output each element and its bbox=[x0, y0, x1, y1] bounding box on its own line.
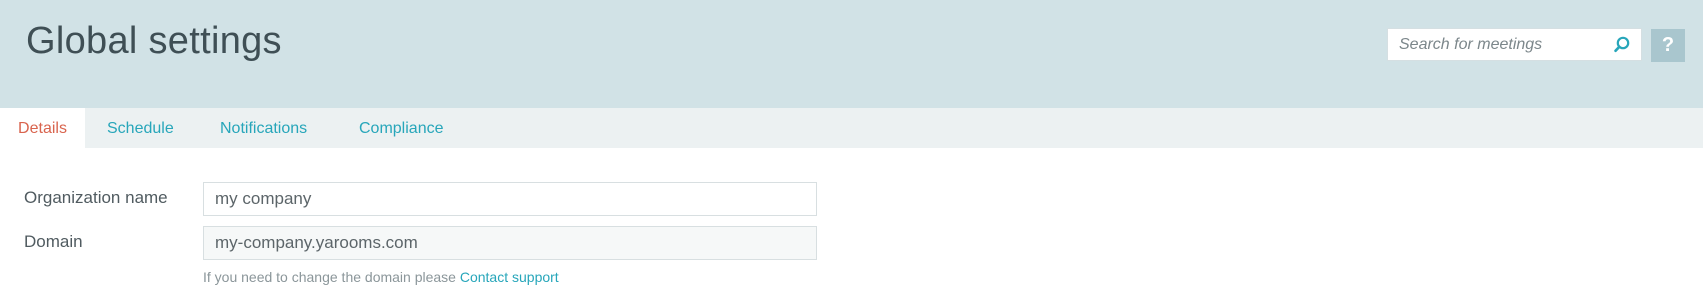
page-header: Global settings ? bbox=[0, 0, 1703, 108]
search-input[interactable] bbox=[1388, 29, 1641, 60]
tab-bar: Details Schedule Notifications Complianc… bbox=[0, 108, 1703, 148]
tab-details[interactable]: Details bbox=[0, 108, 85, 148]
tab-schedule[interactable]: Schedule bbox=[107, 108, 174, 148]
domain-input[interactable] bbox=[203, 226, 817, 260]
help-icon: ? bbox=[1661, 34, 1675, 56]
search-icon[interactable] bbox=[1612, 35, 1632, 55]
domain-hint-text: If you need to change the domain please bbox=[203, 269, 456, 285]
contact-support-link[interactable]: Contact support bbox=[460, 269, 559, 285]
domain-hint: If you need to change the domain please … bbox=[203, 269, 559, 285]
help-button[interactable]: ? bbox=[1651, 29, 1685, 62]
tab-compliance[interactable]: Compliance bbox=[359, 108, 443, 148]
organization-name-input[interactable] bbox=[203, 182, 817, 216]
organization-name-label: Organization name bbox=[24, 188, 168, 207]
search-box[interactable] bbox=[1387, 28, 1642, 61]
domain-label: Domain bbox=[24, 232, 83, 251]
tab-notifications[interactable]: Notifications bbox=[220, 108, 307, 148]
page-title: Global settings bbox=[26, 20, 282, 62]
